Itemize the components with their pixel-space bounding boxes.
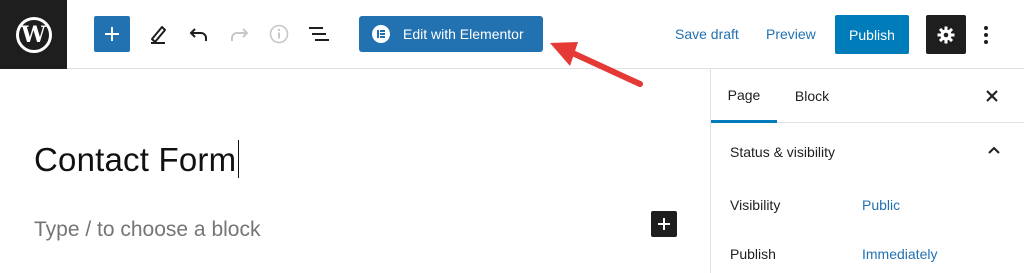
more-options-icon: [984, 26, 988, 30]
close-icon[interactable]: [983, 87, 1001, 105]
settings-sidebar: Page Block Status & visibility Visibilit…: [710, 69, 1024, 273]
tools-button[interactable]: [140, 16, 176, 52]
redo-icon: [231, 28, 249, 41]
info-icon: [269, 24, 289, 44]
elementor-icon: [372, 25, 390, 43]
more-options-button[interactable]: [975, 20, 997, 50]
tab-block[interactable]: Block: [783, 69, 841, 123]
post-title[interactable]: Contact Form: [34, 140, 240, 179]
inline-add-block-button[interactable]: [651, 211, 677, 237]
add-block-button[interactable]: [94, 16, 130, 52]
list-view-icon: [309, 27, 329, 41]
settings-gear-icon: [937, 26, 955, 43]
publish-button[interactable]: Publish: [835, 15, 909, 54]
save-draft-button[interactable]: Save draft: [675, 26, 739, 42]
plus-icon: [658, 218, 670, 230]
details-button[interactable]: [261, 16, 297, 52]
undo-button[interactable]: [181, 16, 217, 52]
chevron-up-icon[interactable]: [986, 143, 1002, 159]
sidebar-tabs: Page Block: [711, 69, 1024, 123]
text-caret: [238, 140, 240, 178]
status-visibility-panel-title[interactable]: Status & visibility: [730, 144, 835, 160]
publish-label: Publish: [730, 246, 776, 262]
undo-icon: [189, 28, 207, 41]
settings-button[interactable]: [926, 15, 966, 54]
annotation-arrow-icon: [550, 42, 643, 87]
editor-toolbar: W Edit with Elementor Save draft Preview…: [0, 0, 1024, 69]
redo-button[interactable]: [221, 16, 257, 52]
visibility-value-button[interactable]: Public: [862, 197, 900, 213]
preview-button[interactable]: Preview: [766, 26, 816, 42]
wordpress-logo-button[interactable]: W: [0, 0, 67, 69]
pencil-icon: [151, 26, 166, 44]
list-view-button[interactable]: [301, 16, 337, 52]
plus-icon: [105, 27, 119, 41]
edit-with-elementor-button[interactable]: Edit with Elementor: [359, 16, 543, 52]
publish-date-button[interactable]: Immediately: [862, 246, 937, 262]
visibility-label: Visibility: [730, 197, 781, 213]
wordpress-logo-icon: W: [15, 16, 52, 53]
block-placeholder[interactable]: Type / to choose a block: [34, 218, 260, 242]
tab-page[interactable]: Page: [711, 69, 777, 123]
edit-with-elementor-label: Edit with Elementor: [403, 26, 524, 42]
